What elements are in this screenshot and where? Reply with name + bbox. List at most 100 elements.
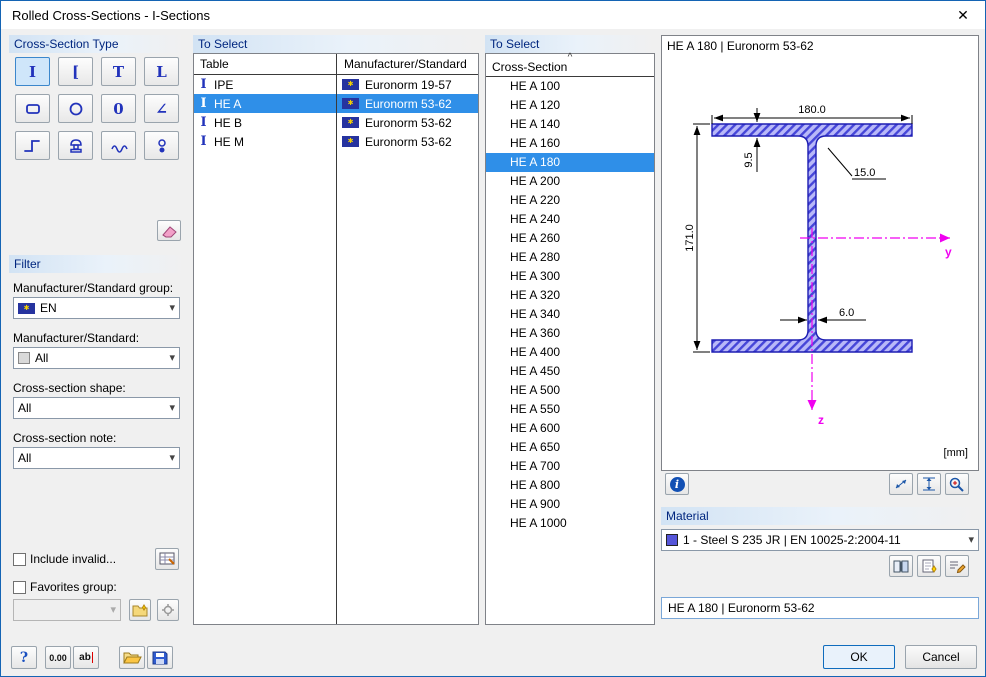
cancel-button[interactable]: Cancel [905, 645, 977, 669]
cross-section-item[interactable]: HE A 1000 [486, 514, 654, 533]
shape-label: Cross-section shape: [13, 381, 126, 395]
cross-section-item[interactable]: HE A 550 [486, 400, 654, 419]
cross-section-type-header: Cross-Section Type [9, 35, 186, 53]
type-button-c-section[interactable]: [ [58, 57, 93, 86]
t-section-icon: T [112, 62, 125, 81]
material-edit-button[interactable] [945, 555, 969, 577]
solid-section-icon: 0 [113, 99, 124, 118]
units-label: [mm] [944, 447, 968, 459]
eu-flag-icon: ✱ [18, 302, 35, 314]
eraser-icon [162, 225, 177, 237]
cross-section-item[interactable]: HE A 500 [486, 381, 654, 400]
type-button-pipe-section[interactable] [58, 94, 93, 123]
corrugated-icon [110, 144, 128, 153]
open-button[interactable] [119, 646, 145, 669]
cross-section-item[interactable]: HE A 360 [486, 324, 654, 343]
chevron-down-icon: ▾ [169, 302, 175, 314]
cross-section-listbox: ^ Cross-Section HE A 100 HE A 120 HE A 140… [485, 52, 655, 625]
type-button-corrugated-section[interactable] [101, 131, 136, 160]
material-library-button[interactable] [889, 555, 913, 577]
dim-height-label: 171.0 [684, 224, 696, 252]
type-button-l-section[interactable]: L [144, 57, 179, 86]
column-header-cross-section[interactable]: Cross-Section [492, 60, 567, 74]
dim-web-label: 6.0 [839, 307, 854, 319]
cross-section-item[interactable]: HE A 450 [486, 362, 654, 381]
std-combo[interactable]: All ▾ [13, 347, 180, 369]
material-combo[interactable]: 1 - Steel S 235 JR | EN 10025-2:2004-11 … [661, 529, 979, 551]
edit-invalid-button[interactable] [155, 548, 179, 570]
cross-section-item[interactable]: HE A 800 [486, 476, 654, 495]
type-button-rod-section[interactable] [144, 131, 179, 160]
axis-y-label: y [945, 245, 952, 259]
type-button-box-section[interactable] [15, 94, 50, 123]
save-button[interactable] [147, 646, 173, 669]
units-button[interactable]: 0.00 [45, 646, 71, 669]
cross-section-item[interactable]: HE A 320 [486, 286, 654, 305]
cross-section-item[interactable]: HE A 200 [486, 172, 654, 191]
cross-section-item[interactable]: HE A 700 [486, 457, 654, 476]
cross-section-item[interactable]: HE A 400 [486, 343, 654, 362]
standard-name: Euronorm 53-62 [365, 134, 452, 149]
help-button[interactable]: ? [11, 646, 37, 669]
type-button-crane-rail-section[interactable] [58, 131, 93, 160]
comment-button[interactable]: ab [73, 646, 99, 669]
favorites-checkbox[interactable] [13, 581, 26, 594]
cross-section-item[interactable]: HE A 900 [486, 495, 654, 514]
section-description-field[interactable]: HE A 180 | Euronorm 53-62 [661, 597, 979, 619]
cross-section-item[interactable]: HE A 120 [486, 96, 654, 115]
cross-section-item[interactable]: HE A 600 [486, 419, 654, 438]
diagonal-dimension-icon [895, 479, 907, 489]
window-title: Rolled Cross-Sections - I-Sections [12, 8, 210, 23]
type-button-z-section[interactable] [15, 131, 50, 160]
cross-section-item[interactable]: HE A 160 [486, 134, 654, 153]
cross-section-item[interactable]: HE A 220 [486, 191, 654, 210]
std-group-combo[interactable]: ✱ EN ▾ [13, 297, 180, 319]
type-button-i-section[interactable]: I [15, 57, 50, 86]
type-button-angle-section[interactable]: ∠ [144, 94, 179, 123]
column-header-table[interactable]: Table [200, 57, 229, 71]
favorites-manage-button[interactable] [157, 599, 179, 621]
info-button[interactable]: i [665, 473, 689, 495]
cross-section-item[interactable]: HE A 340 [486, 305, 654, 324]
note-combo[interactable]: All ▾ [13, 447, 180, 469]
dimension-lines-button[interactable] [917, 473, 941, 495]
favorites-new-button[interactable] [129, 599, 151, 621]
include-invalid-label: Include invalid... [30, 552, 117, 566]
cross-section-item[interactable]: HE A 140 [486, 115, 654, 134]
close-button[interactable]: ✕ [941, 1, 985, 29]
cross-section-item[interactable]: HE A 260 [486, 229, 654, 248]
reset-type-filter-button[interactable] [157, 220, 181, 241]
column-header-standard[interactable]: Manufacturer/Standard [344, 57, 467, 71]
z-section-icon [23, 139, 40, 152]
zoom-dimensions-button[interactable] [945, 473, 969, 495]
eu-flag-icon: ✱ [342, 136, 359, 147]
note-value: All [18, 451, 32, 465]
cross-section-item[interactable]: HE A 180 [486, 153, 654, 172]
type-button-solid-section[interactable]: 0 [101, 94, 136, 123]
note-label: Cross-section note: [13, 431, 117, 445]
gear-icon [162, 604, 174, 616]
cross-section-item[interactable]: HE A 240 [486, 210, 654, 229]
column-divider [336, 54, 337, 624]
cross-section-type-grid: I [ T L 0 ∠ [15, 57, 179, 160]
cross-section-item[interactable]: HE A 280 [486, 248, 654, 267]
shape-combo[interactable]: All ▾ [13, 397, 180, 419]
table-name: IPE [214, 77, 234, 92]
cross-section-item[interactable]: HE A 650 [486, 438, 654, 457]
magnifier-icon [949, 477, 964, 492]
ok-button[interactable]: OK [823, 645, 895, 669]
i-beam-icon: I [200, 77, 207, 92]
material-new-button[interactable] [917, 555, 941, 577]
cross-section-item[interactable]: HE A 100 [486, 77, 654, 96]
cross-section-item[interactable]: HE A 300 [486, 267, 654, 286]
type-button-t-section[interactable]: T [101, 57, 136, 86]
table-name: HE A [214, 96, 242, 111]
dim-radius-label: 15.0 [854, 167, 875, 179]
std-value: All [35, 351, 49, 365]
cross-section-drawing[interactable]: y z 180.0 171.0 9.5 15.0 6.0 [mm] [662, 52, 978, 470]
dimension-toggle-button[interactable] [889, 473, 913, 495]
include-invalid-checkbox[interactable] [13, 553, 26, 566]
comment-icon: ab [79, 652, 91, 663]
eu-flag-icon: ✱ [342, 117, 359, 128]
c-section-icon: [ [71, 62, 80, 81]
